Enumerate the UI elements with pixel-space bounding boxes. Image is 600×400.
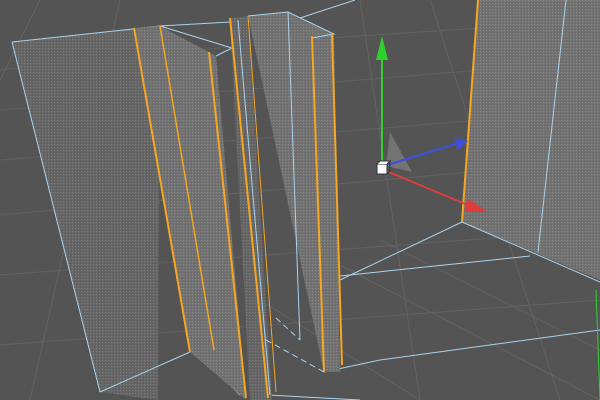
arrow-up-icon[interactable]	[376, 36, 388, 60]
world-axis-line	[595, 289, 600, 400]
viewport-scene[interactable]	[0, 0, 600, 400]
y-axis-handle[interactable]	[376, 36, 388, 166]
3d-viewport[interactable]	[0, 0, 600, 400]
arrow-depth-icon[interactable]	[454, 138, 468, 150]
right-wall[interactable]	[461, 0, 600, 283]
